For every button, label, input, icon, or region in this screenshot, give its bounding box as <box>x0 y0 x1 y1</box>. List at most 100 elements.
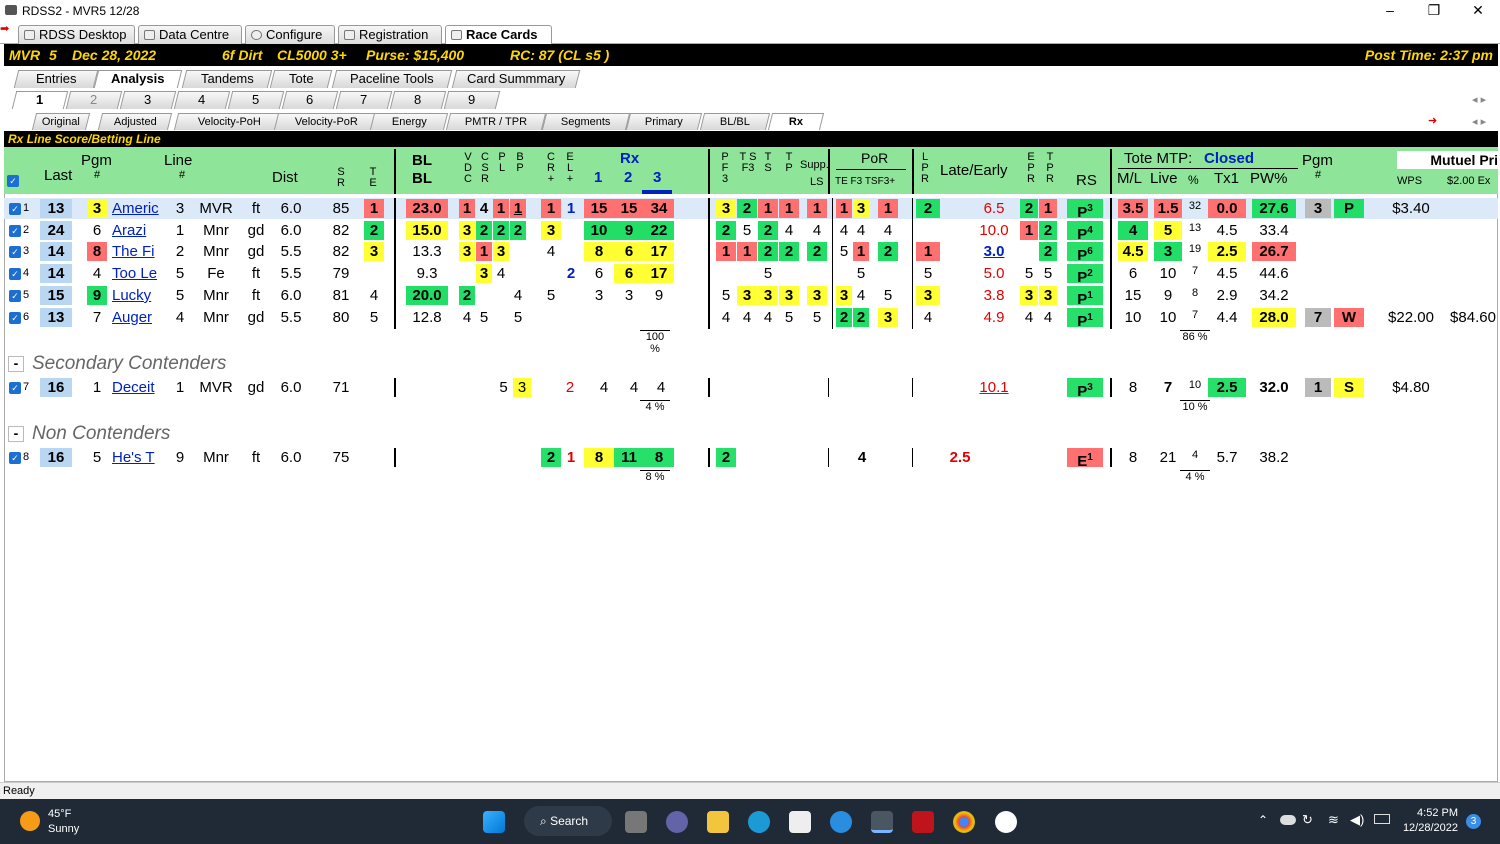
tab-velocity-por[interactable]: Velocity-PoR <box>273 113 379 130</box>
tab-race-7[interactable]: 7 <box>335 91 393 109</box>
wifi-icon[interactable]: ≋ <box>1328 812 1339 828</box>
collapse-secondary-button[interactable]: - <box>8 356 24 372</box>
battery-icon[interactable] <box>1374 814 1390 824</box>
tab-primary[interactable]: Primary <box>625 113 703 130</box>
search-box[interactable]: ⌕ Search <box>524 806 612 836</box>
store-icon[interactable] <box>789 811 811 833</box>
close-button[interactable]: ✕ <box>1456 0 1500 22</box>
tab-race-9[interactable]: 9 <box>443 91 501 109</box>
weather-temp[interactable]: 45°F <box>48 808 71 820</box>
weather-text[interactable]: Sunny <box>48 823 79 835</box>
header-csr[interactable]: C S R <box>479 152 491 185</box>
weather-icon[interactable] <box>20 811 40 831</box>
table-row[interactable]: ✓ 6 13 Auger 7 4 Mnr gd 5.5 80 5 12.8 4 5 5 4 4 4 5 5 2 2 3 4 4.… <box>4 306 1498 330</box>
tab-paceline-tools[interactable]: Paceline Tools <box>331 70 453 88</box>
header-rx2[interactable]: 2 <box>624 169 632 186</box>
volume-icon[interactable]: ◀) <box>1350 812 1364 828</box>
app-icon-extra[interactable] <box>995 811 1017 833</box>
tab-rx[interactable]: Rx <box>767 113 825 130</box>
race-tab-scroll-arrows[interactable]: ◂ ▸ <box>1472 93 1486 106</box>
header-pct[interactable]: % <box>1188 173 1199 187</box>
tab-energy[interactable]: Energy <box>369 113 449 130</box>
header-ml[interactable]: M/L <box>1117 170 1142 187</box>
tab-tote[interactable]: Tote <box>269 70 333 88</box>
notification-badge[interactable]: 3 <box>1466 814 1481 829</box>
table-row[interactable]: ✓ 5 15 Lucky 9 5 Mnr ft 6.0 81 4 20.0 2 4 5 3 3 9 5 3 3 3 3 3 4 5… <box>4 284 1498 308</box>
header-te[interactable]: T E <box>367 167 379 189</box>
start-icon[interactable] <box>483 811 505 833</box>
tab-race-8[interactable]: 8 <box>389 91 447 109</box>
tab-data-centre[interactable]: Data Centre <box>138 25 242 44</box>
tab-analysis[interactable]: Analysis <box>93 70 183 88</box>
header-late-early[interactable]: Late/Early <box>940 162 1008 179</box>
tab-race-6[interactable]: 6 <box>281 91 339 109</box>
table-row[interactable]: ✓ 7 16 1 Deceit 1 MVR gd 6.0 71 5 3 2 4 … <box>4 377 1498 400</box>
back-arrow-icon[interactable]: ➡ <box>0 24 14 35</box>
header-lpr[interactable]: L P R <box>919 152 931 185</box>
row-checkbox[interactable]: ✓ <box>9 311 21 324</box>
tab-configure[interactable]: Configure <box>245 25 335 44</box>
horse-link[interactable]: Americ <box>112 199 166 218</box>
header-live[interactable]: Live <box>1150 170 1178 187</box>
tab-tandems[interactable]: Tandems <box>181 70 273 88</box>
tab-race-2[interactable]: 2 <box>65 91 123 109</box>
clock-date[interactable]: 12/28/2022 <box>1394 822 1458 834</box>
header-supp[interactable]: Supp. <box>800 159 829 171</box>
clock-time[interactable]: 4:52 PM <box>1400 807 1458 819</box>
header-mutuel[interactable]: Mutuel Pri <box>1397 151 1498 169</box>
file-explorer-icon[interactable] <box>707 811 729 833</box>
sync-icon[interactable]: ↻ <box>1302 812 1313 828</box>
header-rs[interactable]: RS <box>1076 172 1097 189</box>
header-rx[interactable]: Rx <box>620 150 639 167</box>
horse-link[interactable]: Deceit <box>112 378 166 397</box>
tab-race-4[interactable]: 4 <box>173 91 231 109</box>
tab-bl-bl[interactable]: BL/BL <box>699 113 771 130</box>
header-pgm2[interactable]: Pgm <box>1302 152 1333 169</box>
row-checkbox[interactable]: ✓ <box>9 289 21 302</box>
tab-race-3[interactable]: 3 <box>119 91 177 109</box>
header-line[interactable]: Line <box>164 152 192 169</box>
tab-race-5[interactable]: 5 <box>227 91 285 109</box>
tab-segments[interactable]: Segments <box>541 113 631 130</box>
header-por[interactable]: PoR <box>861 150 888 166</box>
header-tpr[interactable]: T P R <box>1044 152 1056 185</box>
header-rx3[interactable]: 3 <box>653 169 661 186</box>
tab-race-cards[interactable]: Race Cards <box>445 25 552 45</box>
edge-icon[interactable] <box>748 811 770 833</box>
minimize-button[interactable]: – <box>1368 0 1412 22</box>
tab-entries[interactable]: Entries <box>13 70 99 88</box>
table-row[interactable]: ✓ 8 16 5 He's T 9 Mnr ft 6.0 75 2 1 8 11… <box>4 447 1498 470</box>
header-bl[interactable]: BL <box>412 152 432 169</box>
export-icon[interactable]: ➜ <box>1428 115 1440 127</box>
help-icon[interactable] <box>830 811 852 833</box>
tab-race-1[interactable]: 1 <box>11 91 69 109</box>
tab-pmtr-tpr[interactable]: PMTR / TPR <box>445 113 547 130</box>
rdss-app-icon[interactable] <box>871 811 893 833</box>
header-epr[interactable]: E P R <box>1025 152 1037 185</box>
tab-registration[interactable]: Registration <box>338 25 442 44</box>
select-all-checkbox[interactable]: ✓ <box>7 175 19 187</box>
table-row[interactable]: ✓ 1 13 Americ 3 3 MVR ft 6.0 85 1 23.0 1 4 1 1 1 1 15 15 34 3… <box>4 198 1498 221</box>
horse-link[interactable]: Arazi <box>112 221 166 240</box>
header-tp[interactable]: T P <box>783 152 795 174</box>
row-checkbox[interactable]: ✓ <box>9 246 21 259</box>
maximize-button[interactable]: ❐ <box>1412 0 1456 22</box>
analysis-tab-scroll-arrows[interactable]: ◂ ▸ <box>1472 115 1486 128</box>
chrome-icon[interactable] <box>953 811 975 833</box>
header-pl[interactable]: P L <box>496 152 508 174</box>
header-cr[interactable]: C R + <box>545 152 557 185</box>
horse-link[interactable]: The Fi <box>112 242 166 261</box>
header-el[interactable]: E L + <box>564 152 576 185</box>
row-checkbox[interactable]: ✓ <box>9 452 21 464</box>
row-checkbox[interactable]: ✓ <box>9 224 21 237</box>
horse-link[interactable]: Lucky <box>112 286 166 305</box>
table-row[interactable]: ✓ 4 14 Too Le 4 5 Fe ft 5.5 79 9.3 3 4 2 6 6 17 5 5 5 5.0 5 5 6… <box>4 263 1498 286</box>
horse-link[interactable]: Auger <box>112 308 166 327</box>
mcafee-icon[interactable] <box>912 811 934 833</box>
header-rx1[interactable]: 1 <box>594 169 602 186</box>
horse-link[interactable]: He's T <box>112 448 166 467</box>
row-checkbox[interactable]: ✓ <box>9 382 21 394</box>
header-pf3[interactable]: P F 3 <box>719 152 731 185</box>
table-row[interactable]: ✓ 3 14 The Fi 8 2 Mnr gd 5.5 82 3 13.3 3 1 3 4 8 6 17 1 1 2 2 2… <box>4 241 1498 264</box>
header-tx1[interactable]: Tx1 <box>1214 170 1239 187</box>
